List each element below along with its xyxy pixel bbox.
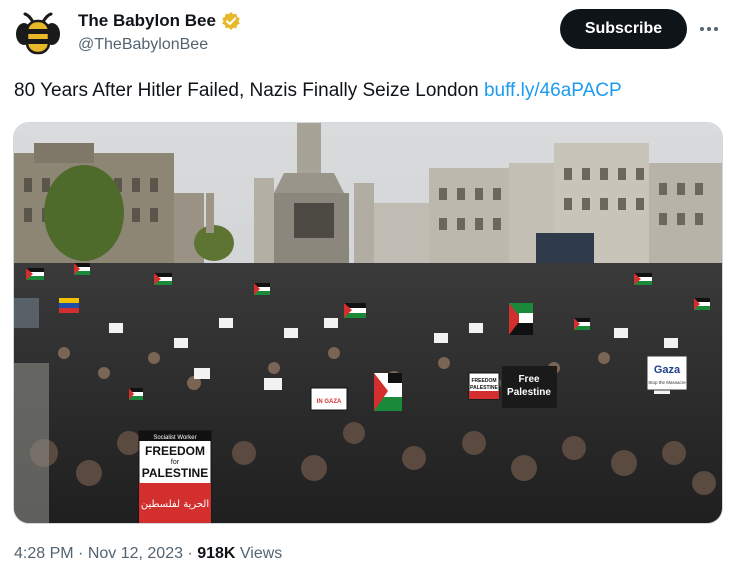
sign-1-line1: Socialist Worker [153, 435, 196, 441]
tweet-text: 80 Years After Hitler Failed, Nazis Fina… [14, 80, 622, 102]
sign-4-line1: FREEDOM [472, 378, 497, 384]
sign-3-line2: Stop the Massacre [648, 380, 686, 385]
name-row: The Babylon Bee [78, 11, 241, 31]
tweet-media[interactable]: Socialist Worker FREEDOM for PALESTINE ا… [13, 122, 723, 524]
verified-badge-icon[interactable] [221, 11, 241, 31]
display-name[interactable]: The Babylon Bee [78, 11, 216, 31]
sign-small-freedom: FREEDOM PALESTINE [468, 372, 500, 400]
meta-separator: · [73, 545, 88, 562]
sign-4-line2: PALESTINE [470, 385, 498, 391]
sign-1-line5: الحرية لفلسطين [141, 499, 209, 510]
tweet-body: 80 Years After Hitler Failed, Nazis Fina… [14, 80, 484, 101]
views-label: Views [235, 545, 283, 562]
sign-gaza: Gaza Stop the Massacre [646, 355, 688, 391]
sign-5-line1: IN GAZA [317, 399, 342, 405]
sign-freedom-palestine: Socialist Worker FREEDOM for PALESTINE ا… [138, 430, 212, 523]
tweet-date[interactable]: Nov 12, 2023 [88, 545, 183, 562]
views-count: 918K [197, 545, 236, 562]
meta-separator: · [183, 545, 198, 562]
tweet-header: The Babylon Bee @TheBabylonBee Subscribe [0, 0, 729, 70]
tweet-meta: 4:28 PM · Nov 12, 2023 · 918K Views [14, 545, 282, 563]
more-options-icon[interactable] [696, 14, 722, 44]
sign-1-line4: PALESTINE [142, 466, 208, 480]
protest-photo: Socialist Worker FREEDOM for PALESTINE ا… [14, 123, 722, 523]
sign-1-line3: for [171, 459, 180, 466]
sign-1-line2: FREEDOM [145, 444, 205, 458]
sign-free-palestine: Free Palestine [502, 366, 557, 408]
bee-logo-icon[interactable] [15, 12, 61, 56]
sign-2-line1: Free [518, 374, 540, 385]
sign-in-gaza: IN GAZA [310, 387, 348, 411]
tweet-time[interactable]: 4:28 PM [14, 545, 74, 562]
sign-2-line2: Palestine [507, 387, 551, 398]
tweet-link[interactable]: buff.ly/46aPACP [484, 80, 622, 101]
account-handle[interactable]: @TheBabylonBee [78, 36, 208, 54]
sign-3-line1: Gaza [654, 364, 681, 376]
subscribe-button[interactable]: Subscribe [560, 9, 687, 49]
